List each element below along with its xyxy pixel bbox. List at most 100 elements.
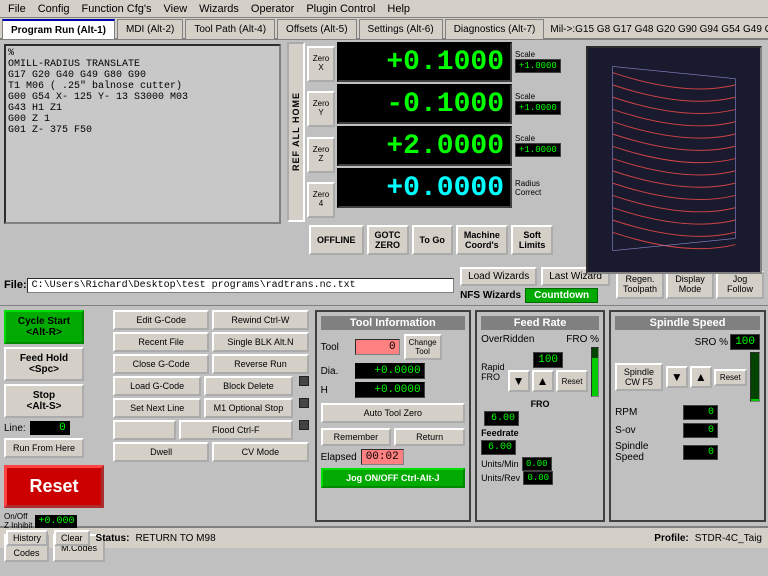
- dro-z-value: +2.0000: [337, 126, 512, 166]
- sro-row: SRO % 100: [615, 334, 760, 350]
- regen-toolpath-button[interactable]: Regen.Toolpath: [616, 271, 664, 299]
- gcode-textarea[interactable]: % OMILL-RADIUS TRANSLATE G17 G20 G40 G49…: [4, 44, 281, 224]
- clear-button[interactable]: Clear: [54, 530, 90, 546]
- machine-coords-button[interactable]: MachineCoord's: [456, 225, 508, 255]
- tool-value: 0: [355, 339, 400, 355]
- load-gcode-button[interactable]: Load G-Code: [113, 376, 201, 396]
- recent-file-button[interactable]: Recent File: [113, 332, 209, 352]
- m1-optional-button[interactable]: M1 Optional Stop: [204, 398, 292, 418]
- tool-info-panel: Tool Information Tool 0 ChangeTool Dia. …: [315, 310, 472, 522]
- status-label: Status:: [96, 533, 130, 544]
- tab-program-run[interactable]: Program Run (Alt-1): [2, 19, 115, 39]
- change-tool-button[interactable]: ChangeTool: [404, 334, 442, 360]
- units-rev-value: 0.00: [523, 471, 553, 485]
- feed-hold-button[interactable]: Feed Hold<Spc>: [4, 347, 84, 381]
- status-value: RETURN TO M98: [135, 533, 215, 544]
- spindle-speed-row: Spindle Speed 0: [615, 441, 760, 463]
- spindle-speed-value: 0: [683, 445, 718, 460]
- menu-help[interactable]: Help: [381, 2, 416, 16]
- auto-tool-zero-button[interactable]: Auto Tool Zero: [321, 403, 466, 423]
- return-button[interactable]: Return: [394, 428, 465, 446]
- tab-settings[interactable]: Settings (Alt-6): [359, 19, 443, 39]
- spindle-bar: [750, 352, 760, 402]
- zero-4-button[interactable]: Zero4: [307, 182, 335, 218]
- set-next-line-button[interactable]: Set Next Line: [113, 398, 201, 418]
- flood-ctrl-button[interactable]: Flood Ctrl-F: [179, 420, 293, 440]
- file-label: File:: [4, 279, 27, 291]
- zero-y-button[interactable]: ZeroY: [307, 91, 335, 127]
- run-from-here-button[interactable]: Run From Here: [4, 438, 84, 458]
- h-label: H: [321, 385, 351, 396]
- tab-mdi[interactable]: MDI (Alt-2): [117, 19, 183, 39]
- sro-label: SRO %: [695, 337, 728, 348]
- refall-home-button[interactable]: REF ALL HOME: [287, 42, 305, 222]
- spindle-up-button[interactable]: ▲: [690, 366, 712, 388]
- to-go-button[interactable]: To Go: [412, 225, 453, 255]
- dro-x-value: +0.1000: [337, 42, 512, 82]
- dro-y-value: -0.1000: [337, 84, 512, 124]
- run-from-button[interactable]: [113, 420, 176, 440]
- reverse-run-button[interactable]: Reverse Run: [212, 354, 308, 374]
- rapid-fro-reset-button[interactable]: Reset: [556, 370, 589, 392]
- flood-indicator: [299, 420, 309, 430]
- rapid-fro-up-button[interactable]: ▲: [532, 370, 554, 392]
- zero-x-button[interactable]: ZeroX: [307, 46, 335, 82]
- zero-z-button[interactable]: ZeroZ: [307, 137, 335, 173]
- display-mode-button[interactable]: DisplayMode: [666, 271, 714, 299]
- code-area: % OMILL-RADIUS TRANSLATE G17 G20 G40 G49…: [0, 40, 285, 265]
- remember-button[interactable]: Remember: [321, 428, 392, 446]
- menu-wizards[interactable]: Wizards: [193, 2, 245, 16]
- cv-mode-button[interactable]: CV Mode: [212, 442, 308, 462]
- menu-bar: File Config Function Cfg's View Wizards …: [0, 0, 768, 18]
- scale-z-value: +1.0000: [515, 143, 561, 157]
- 3d-view-area: [580, 40, 768, 265]
- line-label: Line:: [4, 423, 26, 434]
- jog-follow-button[interactable]: JogFollow: [716, 271, 764, 299]
- spindle-reset-button[interactable]: Reset: [714, 369, 747, 386]
- tab-diagnostics[interactable]: Diagnostics (Alt-7): [445, 19, 545, 39]
- scale-z-label: Scale: [515, 134, 561, 143]
- tab-tool-path[interactable]: Tool Path (Alt-4): [185, 19, 275, 39]
- spindle-cw-button[interactable]: Spindle CW F5: [615, 363, 663, 391]
- menu-config[interactable]: Config: [32, 2, 76, 16]
- menu-view[interactable]: View: [158, 2, 194, 16]
- cycle-start-button[interactable]: Cycle Start<Alt-R>: [4, 310, 84, 344]
- mid-panel: Edit G-Code Rewind Ctrl-W Recent File Si…: [109, 306, 313, 526]
- on-off-value: +0.000: [35, 515, 77, 528]
- sov-row: S-ov 0: [615, 423, 760, 438]
- single-blk-button[interactable]: Single BLK Alt.N: [212, 332, 308, 352]
- file-path-input[interactable]: [27, 278, 454, 293]
- rewind-button[interactable]: Rewind Ctrl-W: [212, 310, 308, 330]
- tab-bar: Program Run (Alt-1) MDI (Alt-2) Tool Pat…: [0, 18, 768, 40]
- history-button[interactable]: History: [6, 530, 48, 546]
- reset-button[interactable]: Reset: [4, 465, 104, 508]
- tab-offsets[interactable]: Offsets (Alt-5): [277, 19, 357, 39]
- edit-gcode-button[interactable]: Edit G-Code: [113, 310, 209, 330]
- middle-section: Cycle Start<Alt-R> Feed Hold<Spc> Stop<A…: [0, 306, 768, 526]
- nfs-value: Countdown: [525, 288, 598, 303]
- close-gcode-button[interactable]: Close G-Code: [113, 354, 209, 374]
- soft-limits-button[interactable]: SoftLimits: [511, 225, 554, 255]
- 3d-view: [586, 46, 762, 274]
- top-section: % OMILL-RADIUS TRANSLATE G17 G20 G40 G49…: [0, 40, 768, 265]
- stop-button[interactable]: Stop<Alt-S>: [4, 384, 84, 418]
- rapid-fro-down-button[interactable]: ▼: [508, 370, 530, 392]
- dwell-button[interactable]: Dwell: [113, 442, 209, 462]
- gotc-zero-button[interactable]: GOTCZERO: [367, 225, 409, 255]
- menu-operator[interactable]: Operator: [245, 2, 300, 16]
- feedrate-row: 6.00: [481, 440, 599, 455]
- menu-function-cfg[interactable]: Function Cfg's: [76, 2, 158, 16]
- rpm-value: 0: [683, 405, 718, 420]
- jog-on-off-button[interactable]: Jog ON/OFF Ctrl-Alt-J: [321, 468, 466, 488]
- menu-plugin-control[interactable]: Plugin Control: [300, 2, 381, 16]
- overridden-label: OverRidden: [481, 334, 534, 345]
- menu-file[interactable]: File: [2, 2, 32, 16]
- profile-label: Profile:: [654, 533, 688, 544]
- spindle-down-button[interactable]: ▼: [666, 366, 688, 388]
- line-value: 0: [30, 421, 70, 435]
- block-delete-button[interactable]: Block Delete: [204, 376, 292, 396]
- fro-row: OverRidden FRO %: [481, 334, 599, 345]
- units-min-value: 0.00: [522, 457, 552, 471]
- load-wizards-button[interactable]: Load Wizards: [460, 267, 537, 286]
- offline-button[interactable]: OFFLINE: [309, 225, 364, 255]
